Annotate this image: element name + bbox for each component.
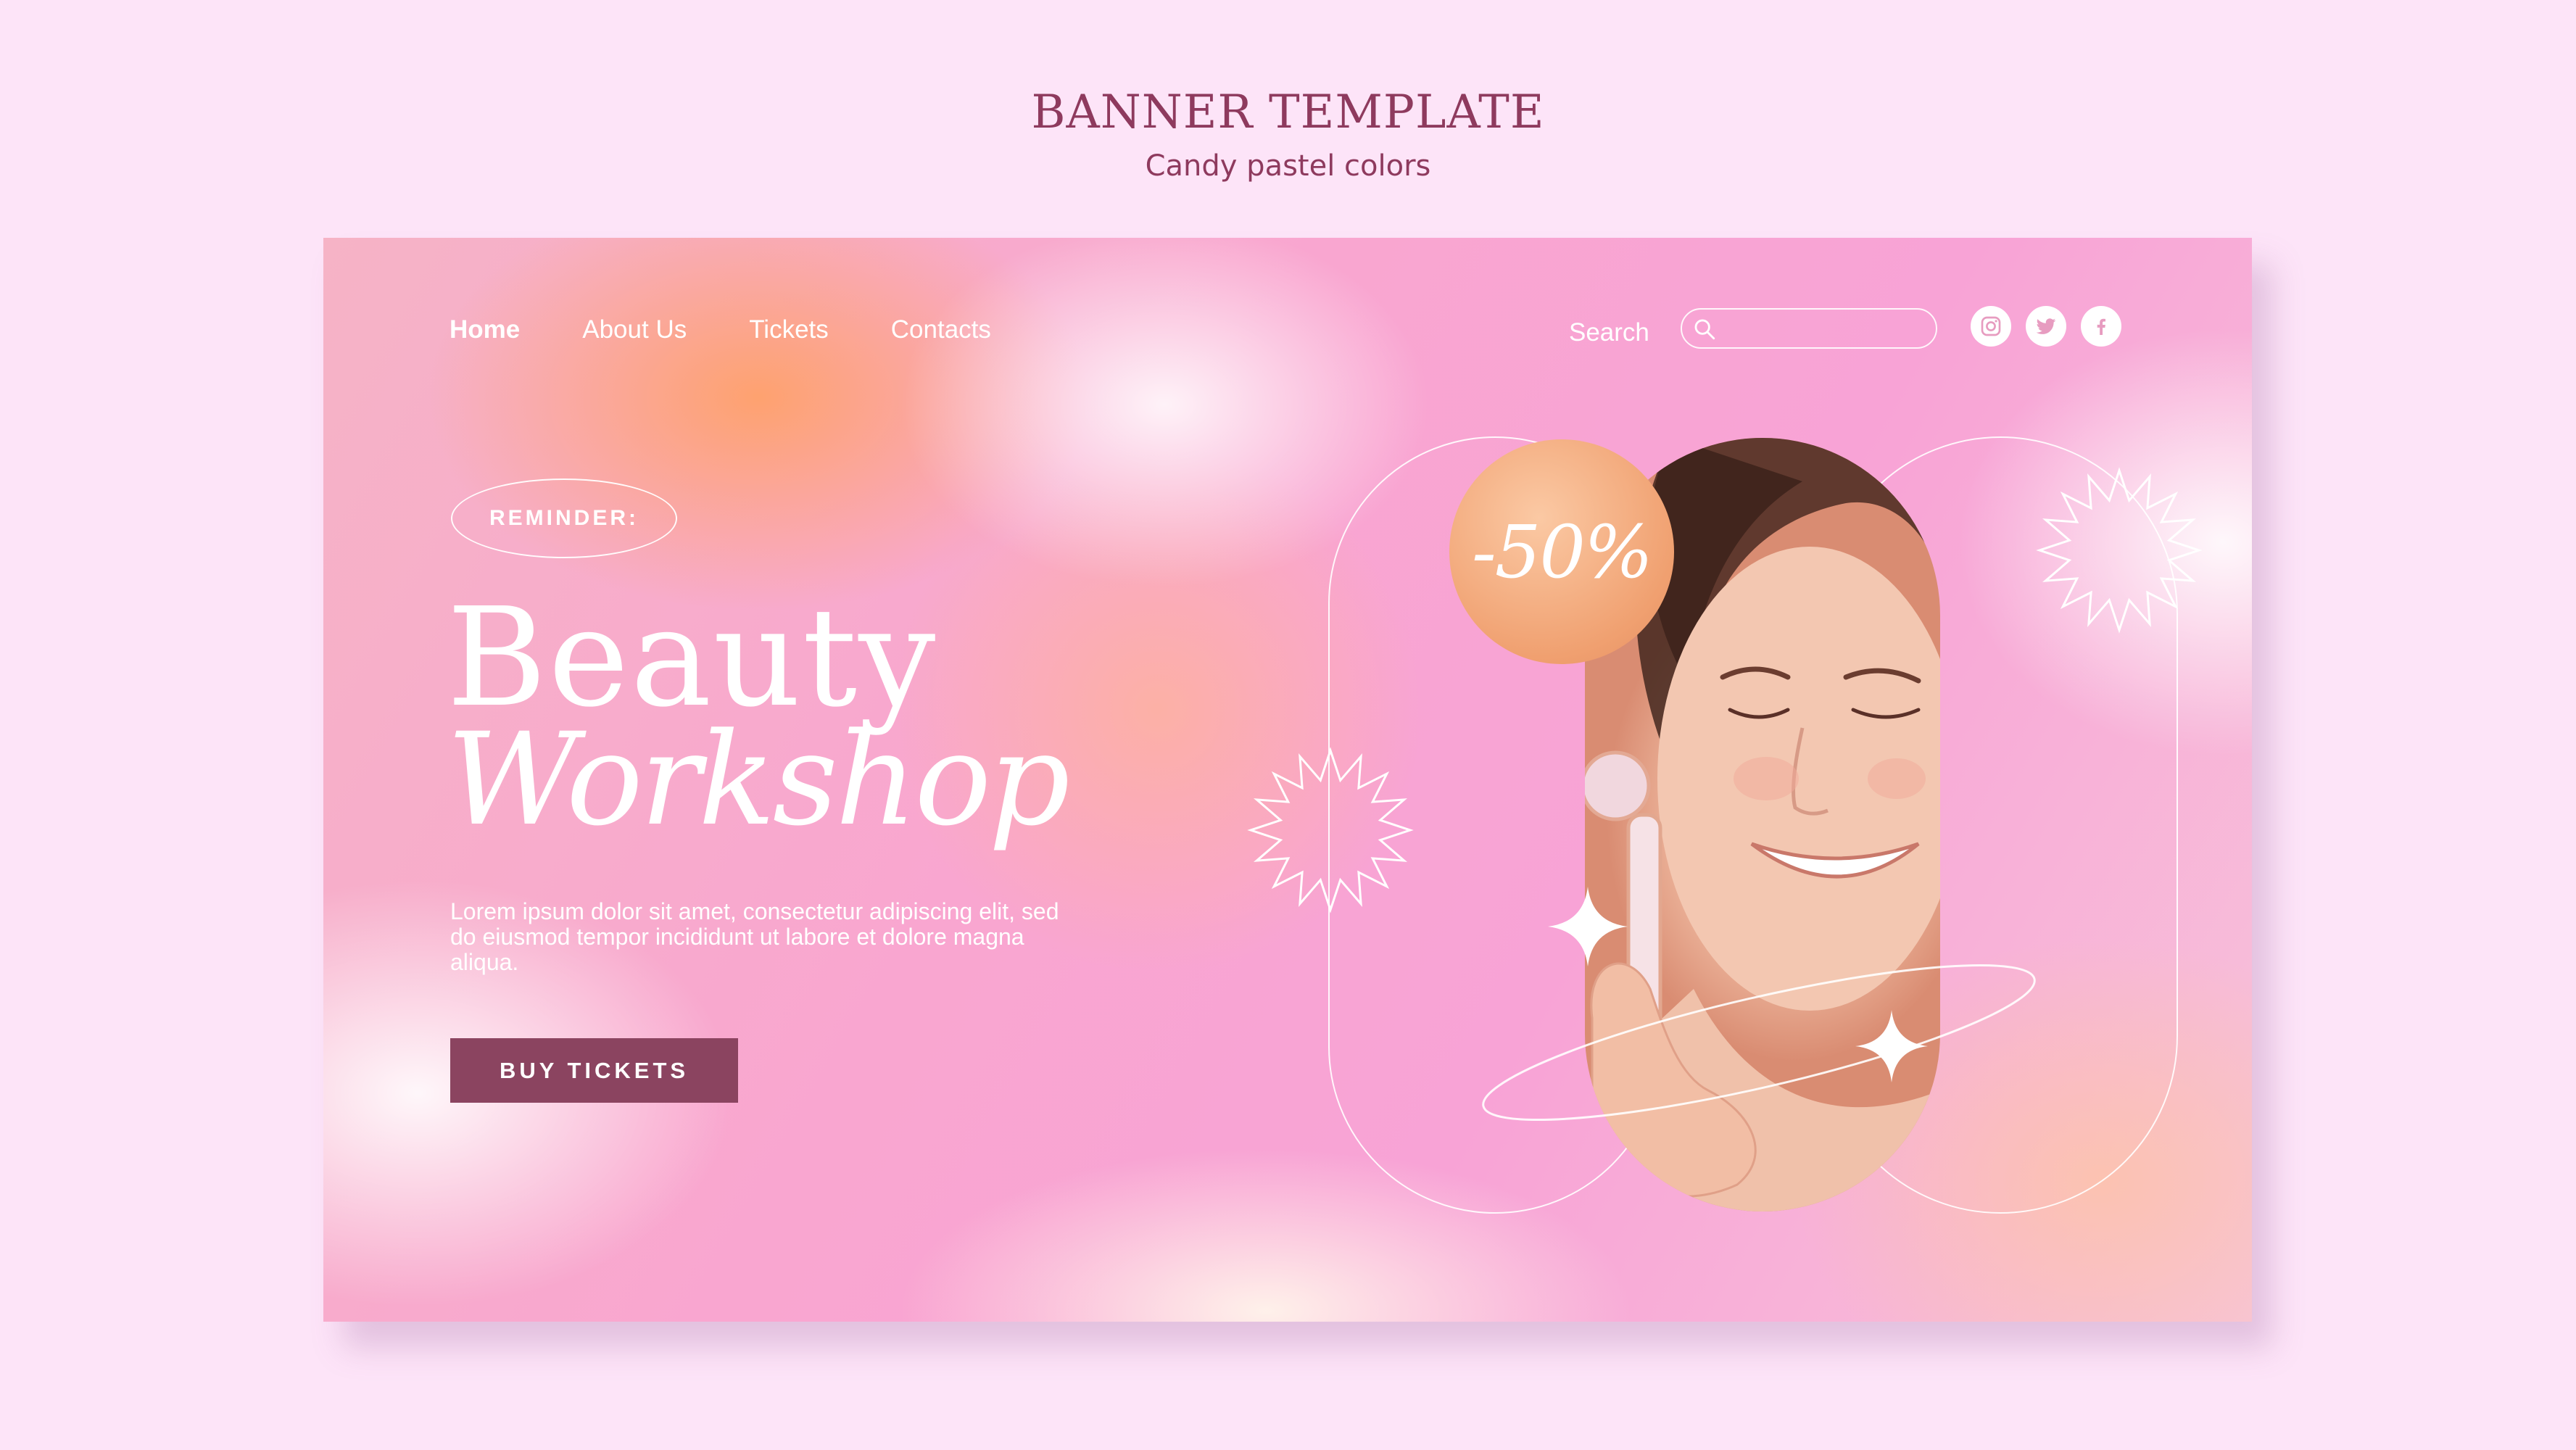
- starburst-right-decoration: [2036, 467, 2203, 634]
- banner: Home About Us Tickets Contacts Search RE…: [323, 238, 2252, 1322]
- discount-badge: -50%: [1449, 439, 1674, 664]
- nav-home[interactable]: Home: [450, 312, 520, 348]
- page-heading: BANNER TEMPLATE Candy pastel colors: [0, 83, 2576, 188]
- search-label: Search: [1569, 318, 1649, 347]
- nav-about-us[interactable]: About Us: [582, 312, 687, 348]
- search-icon: [1694, 319, 1715, 340]
- starburst-left-decoration: [1247, 747, 1414, 914]
- hero-title-line2: Workshop: [447, 705, 1070, 854]
- facebook-icon: [2097, 318, 2105, 335]
- buy-tickets-button[interactable]: BUY TICKETS: [450, 1038, 738, 1103]
- main-nav: Home About Us Tickets Contacts: [450, 312, 1053, 348]
- twitter-button[interactable]: [2026, 306, 2066, 347]
- instagram-button[interactable]: [1971, 306, 2011, 347]
- nav-contacts[interactable]: Contacts: [891, 312, 991, 348]
- twitter-icon: [2036, 318, 2056, 334]
- hero-description: Lorem ipsum dolor sit amet, consectetur …: [450, 898, 1059, 975]
- reminder-badge: REMINDER:: [451, 478, 677, 558]
- sparkle-star-right: [1855, 1010, 1928, 1082]
- nav-tickets[interactable]: Tickets: [749, 312, 829, 348]
- sparkle-star-left: [1548, 887, 1628, 966]
- search-input[interactable]: [1726, 314, 1931, 344]
- instagram-icon: [1981, 316, 2001, 336]
- search-box[interactable]: [1681, 308, 1937, 349]
- page-title: BANNER TEMPLATE: [1031, 86, 1545, 139]
- facebook-button[interactable]: [2081, 306, 2121, 347]
- page-subtitle: Candy pastel colors: [1145, 149, 1431, 183]
